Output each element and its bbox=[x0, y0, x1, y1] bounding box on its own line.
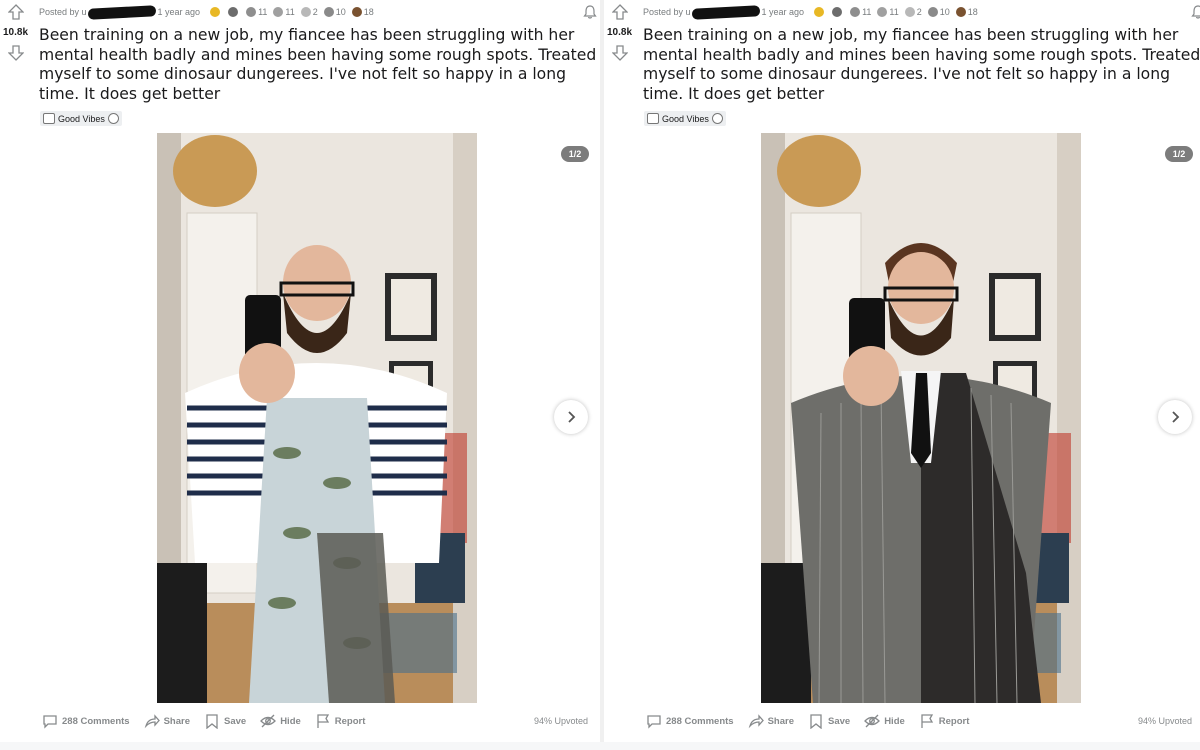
save-icon bbox=[206, 714, 218, 729]
award-3[interactable]: 2 bbox=[300, 7, 318, 17]
vote-score: 10.8k bbox=[607, 27, 633, 38]
upvote-ratio: 94% Upvoted bbox=[533, 716, 588, 726]
award-4[interactable]: 10 bbox=[927, 7, 950, 17]
award-2[interactable]: 11 bbox=[877, 7, 899, 17]
comment-icon bbox=[43, 715, 57, 729]
post-flair[interactable]: Good Vibes bbox=[40, 111, 122, 126]
posted-by-label: Posted by u bbox=[643, 7, 691, 17]
upvote-icon[interactable] bbox=[612, 4, 628, 20]
flair-emoji-icon bbox=[43, 113, 55, 124]
chevron-right-icon bbox=[568, 411, 576, 423]
flair-emoji-icon bbox=[711, 113, 723, 124]
flair-label: Good Vibes bbox=[662, 113, 709, 124]
post-time: 1 year ago bbox=[157, 7, 201, 17]
downvote-icon[interactable] bbox=[612, 45, 628, 61]
hide-icon bbox=[260, 714, 277, 728]
gallery-counter: 1/2 bbox=[561, 146, 589, 162]
report-button[interactable]: Report bbox=[919, 713, 969, 729]
redacted-username bbox=[691, 4, 760, 20]
award-2[interactable]: 11 bbox=[273, 7, 295, 17]
post-title[interactable]: Been training on a new job, my fiancee h… bbox=[39, 26, 599, 104]
upvote-icon[interactable] bbox=[8, 4, 24, 20]
bell-icon[interactable] bbox=[582, 4, 598, 20]
gallery-image[interactable] bbox=[761, 133, 1081, 703]
hide-icon bbox=[864, 714, 881, 728]
award-1[interactable]: 11 bbox=[246, 7, 267, 17]
comment-icon bbox=[647, 715, 661, 729]
award-gold[interactable] bbox=[814, 7, 826, 17]
hide-button[interactable]: Hide bbox=[260, 713, 301, 729]
downvote-icon[interactable] bbox=[8, 45, 24, 61]
posted-by-label: Posted by u bbox=[39, 7, 87, 17]
upvote-ratio: 94% Upvoted bbox=[1137, 716, 1192, 726]
save-button[interactable]: Save bbox=[204, 713, 246, 729]
post-action-bar: 288 Comments Share Save Hide Report bbox=[42, 711, 379, 731]
photo-mirror-selfie-suit bbox=[761, 133, 1081, 703]
flair-label: Good Vibes bbox=[58, 113, 105, 124]
flair-emoji-icon bbox=[107, 113, 119, 124]
post-card-right: 10.8k Posted by u 1 year ago 11 11 2 10 … bbox=[604, 0, 1200, 742]
award-wholesome[interactable] bbox=[228, 7, 240, 17]
bottom-strip bbox=[0, 742, 1200, 750]
award-3[interactable]: 2 bbox=[904, 7, 922, 17]
post-flair[interactable]: Good Vibes bbox=[644, 111, 726, 126]
post-meta: Posted by u 1 year ago 11 11 2 10 18 bbox=[643, 4, 978, 20]
bell-icon[interactable] bbox=[1190, 4, 1200, 20]
hide-button[interactable]: Hide bbox=[864, 713, 905, 729]
gallery-next-button[interactable] bbox=[1158, 400, 1192, 434]
award-5[interactable]: 18 bbox=[955, 7, 978, 17]
post-card-left: 10.8k Posted by u 1 year ago 11 11 2 10 … bbox=[0, 0, 600, 742]
share-icon bbox=[748, 714, 764, 729]
share-icon bbox=[144, 714, 160, 729]
redacted-username bbox=[87, 4, 156, 20]
comments-button[interactable]: 288 Comments bbox=[646, 713, 734, 729]
gallery-image[interactable] bbox=[157, 133, 477, 703]
chevron-right-icon bbox=[1172, 411, 1180, 423]
flair-emoji-icon bbox=[647, 113, 659, 124]
share-button[interactable]: Share bbox=[748, 713, 794, 729]
report-icon bbox=[921, 714, 933, 728]
post-title[interactable]: Been training on a new job, my fiancee h… bbox=[643, 26, 1200, 104]
award-4[interactable]: 10 bbox=[323, 7, 346, 17]
share-button[interactable]: Share bbox=[144, 713, 190, 729]
post-meta: Posted by u 1 year ago 11 11 2 10 18 bbox=[39, 4, 374, 20]
report-icon bbox=[317, 714, 329, 728]
post-time: 1 year ago bbox=[761, 7, 805, 17]
post-action-bar: 288 Comments Share Save Hide Report bbox=[646, 711, 983, 731]
gallery-next-button[interactable] bbox=[554, 400, 588, 434]
award-gold[interactable] bbox=[210, 7, 222, 17]
award-1[interactable]: 11 bbox=[850, 7, 871, 17]
photo-mirror-selfie-dungarees bbox=[157, 133, 477, 703]
save-button[interactable]: Save bbox=[808, 713, 850, 729]
vote-score: 10.8k bbox=[3, 27, 29, 38]
comments-button[interactable]: 288 Comments bbox=[42, 713, 130, 729]
report-button[interactable]: Report bbox=[315, 713, 365, 729]
save-icon bbox=[810, 714, 822, 729]
award-5[interactable]: 18 bbox=[351, 7, 374, 17]
award-wholesome[interactable] bbox=[832, 7, 844, 17]
gallery-counter: 1/2 bbox=[1165, 146, 1193, 162]
